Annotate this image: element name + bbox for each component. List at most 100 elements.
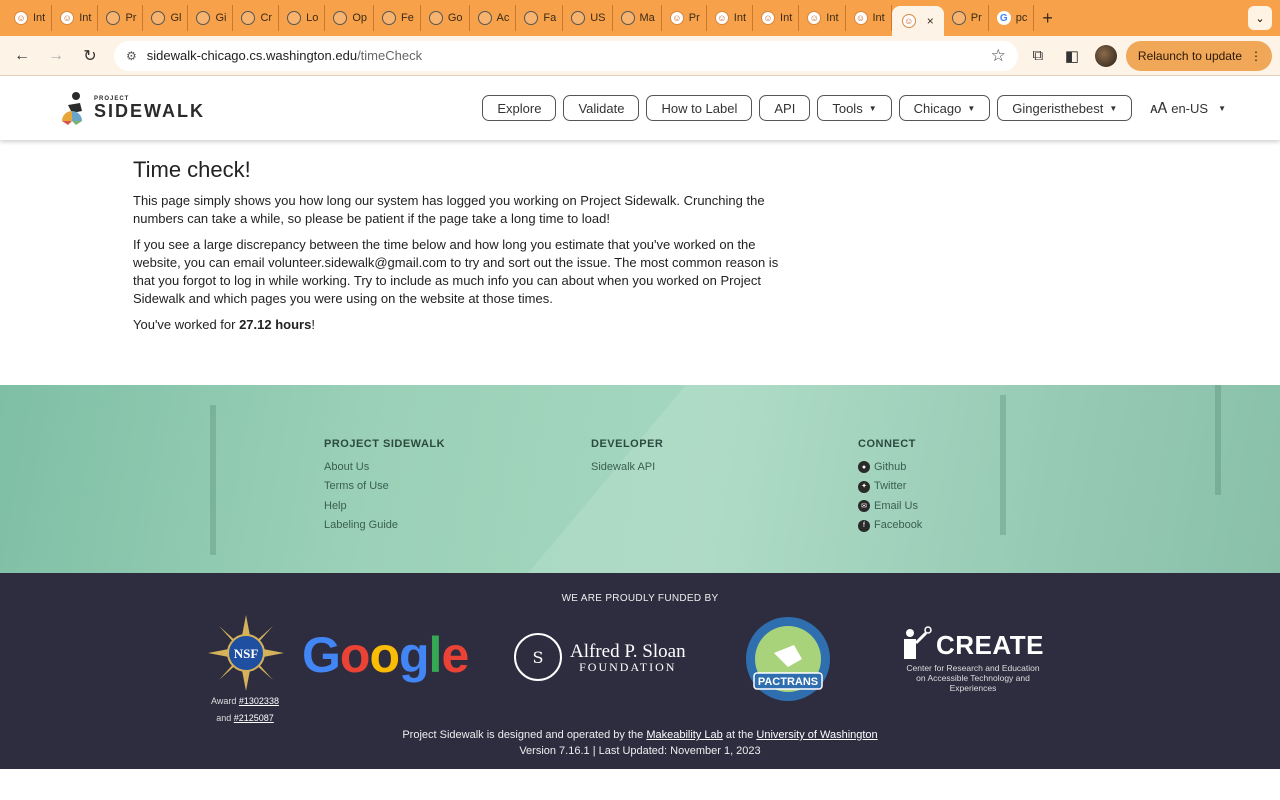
user-dropdown[interactable]: Gingeristhebest ▼ [997,95,1133,121]
api-button[interactable]: API [759,95,811,121]
nav-links: Explore Validate How to Label API Tools ▼… [482,95,1133,121]
globe-favicon-icon [196,11,211,25]
sidewalk-favicon-icon: ☺ [807,11,822,25]
new-tab-plus-icon[interactable]: + [1042,8,1053,29]
google-letter: l [428,627,443,683]
browser-tab[interactable]: ☺ Int [753,5,800,31]
labeling-guide-link[interactable]: Labeling Guide [324,516,445,536]
tab-label: Int [733,12,747,24]
facebook-link[interactable]: f Facebook [858,516,922,536]
close-tab-icon[interactable]: × [927,14,934,28]
help-link[interactable]: Help [324,497,445,517]
terms-link[interactable]: Terms of Use [324,477,445,497]
github-label: Github [874,460,907,473]
browser-tab[interactable]: Op [325,5,375,31]
uw-link[interactable]: University of Washington [756,729,877,741]
tab-search-chevron-icon[interactable]: ⌄ [1248,6,1272,30]
tab-label: Op [352,12,368,24]
sloan-foundation-logo[interactable]: S Alfred P. Sloan FOUNDATION [514,633,686,681]
sidewalk-favicon-icon: ☺ [901,14,916,28]
how-to-label-button[interactable]: How to Label [646,95,753,121]
facebook-label: Facebook [874,519,923,531]
browser-tab[interactable]: Ma [613,5,662,31]
twitter-link[interactable]: ✦ Twitter [858,477,922,497]
browser-tab[interactable]: Gpc [989,5,1035,31]
globe-favicon-icon [571,11,586,25]
create-logo[interactable]: CREATE Center for Research and Education… [902,625,1044,693]
about-us-link[interactable]: About Us [324,458,445,478]
globe-favicon-icon [524,11,539,25]
profile-avatar[interactable] [1092,42,1120,70]
browser-tab[interactable]: Go [421,5,470,31]
google-letter: G [302,627,341,683]
explore-button[interactable]: Explore [482,95,557,121]
worked-suffix: ! [311,317,315,332]
tab-label: Pr [970,12,982,24]
side-panel-icon[interactable]: ◧ [1058,42,1086,70]
browser-tab[interactable]: ☺ Pr [662,5,707,31]
google-logo[interactable]: Google [302,625,469,685]
browser-tab[interactable]: Ac [470,5,517,31]
tab-label: Cr [260,12,273,24]
logo-mark-icon [62,92,82,125]
kebab-menu-icon[interactable]: ⋮ [1250,49,1262,63]
language-selector[interactable]: 🗚 en-US ▼ [1150,100,1226,117]
twitter-icon: ✦ [858,480,870,493]
tab-label: Gi [215,12,227,24]
browser-tab[interactable]: Fe [374,5,421,31]
project-sidewalk-logo[interactable]: PROJECT SIDEWALK [58,91,205,125]
award-link-1[interactable]: #1302338 [239,696,279,706]
caret-down-icon: ▼ [967,103,976,113]
browser-tab[interactable]: US [563,5,613,31]
active-browser-tab[interactable]: ☺ × [891,6,944,36]
language-label: en-US [1171,100,1209,116]
browser-tab[interactable]: Gl [143,5,189,31]
globe-favicon-icon [477,11,492,25]
footer-heading: PROJECT SIDEWALK [324,438,446,450]
google-letter: o [339,627,371,683]
extensions-puzzle-icon[interactable]: ⧉ [1024,42,1052,70]
browser-tab[interactable]: ☺ Int [799,5,846,31]
forward-arrow-icon[interactable]: → [42,42,70,70]
city-dropdown[interactable]: Chicago ▼ [898,95,991,121]
sidewalk-favicon-icon: ☺ [60,11,75,25]
browser-tab[interactable]: Cr [233,5,280,31]
url-host: sidewalk-chicago.cs.washington.edu [146,48,358,63]
browser-tab[interactable]: Lo [279,5,326,31]
globe-favicon-icon [333,11,348,25]
email-link[interactable]: ✉ Email Us [858,497,922,517]
browser-tab[interactable]: Gi [188,5,234,31]
globe-favicon-icon [620,11,635,25]
address-bar[interactable]: ⚙ sidewalk-chicago.cs.washington.edu/tim… [114,40,1018,71]
nsf-logo-icon[interactable]: NSF [208,615,284,691]
browser-tab[interactable]: ☺ Int [6,5,53,31]
bookmark-star-icon[interactable]: ☆ [991,46,1006,66]
browser-tab[interactable]: ☺ Int [707,5,754,31]
github-link[interactable]: ● Github [858,458,922,478]
browser-tab[interactable]: Fa [516,5,564,31]
makeability-lab-link[interactable]: Makeability Lab [646,729,722,741]
tab-label: Go [447,12,463,24]
sidewalk-favicon-icon: ☺ [14,11,28,25]
validate-button[interactable]: Validate [563,95,640,121]
award-link-2[interactable]: #2125087 [234,713,274,723]
sloan-line1: Alfred P. Sloan [570,640,686,662]
create-subtitle: Center for Research and Education on Acc… [906,663,1040,693]
browser-tab[interactable]: ☺ Int [52,5,99,31]
tab-label: US [590,12,606,24]
credits-prefix: Project Sidewalk is designed and operate… [402,729,647,741]
sidewalk-api-link[interactable]: Sidewalk API [591,458,663,478]
browser-tab[interactable]: Pr [98,5,144,31]
footer-heading: CONNECT [858,438,916,450]
site-settings-icon[interactable]: ⚙ [126,49,137,63]
pactrans-logo-icon[interactable]: PACTRANS [744,615,832,705]
browser-tab[interactable]: Pr [944,5,989,31]
footer-links-section: PROJECT SIDEWALK About Us Terms of Use H… [0,385,1280,573]
avatar [1094,44,1117,67]
site-navbar: PROJECT SIDEWALK Explore Validate How to… [0,76,1280,140]
browser-tab[interactable]: ☺ Int [846,5,892,31]
relaunch-button[interactable]: Relaunch to update ⋮ [1125,40,1272,71]
back-arrow-icon[interactable]: ← [8,42,36,70]
reload-icon[interactable]: ↻ [76,42,104,70]
tools-dropdown[interactable]: Tools ▼ [817,95,892,121]
